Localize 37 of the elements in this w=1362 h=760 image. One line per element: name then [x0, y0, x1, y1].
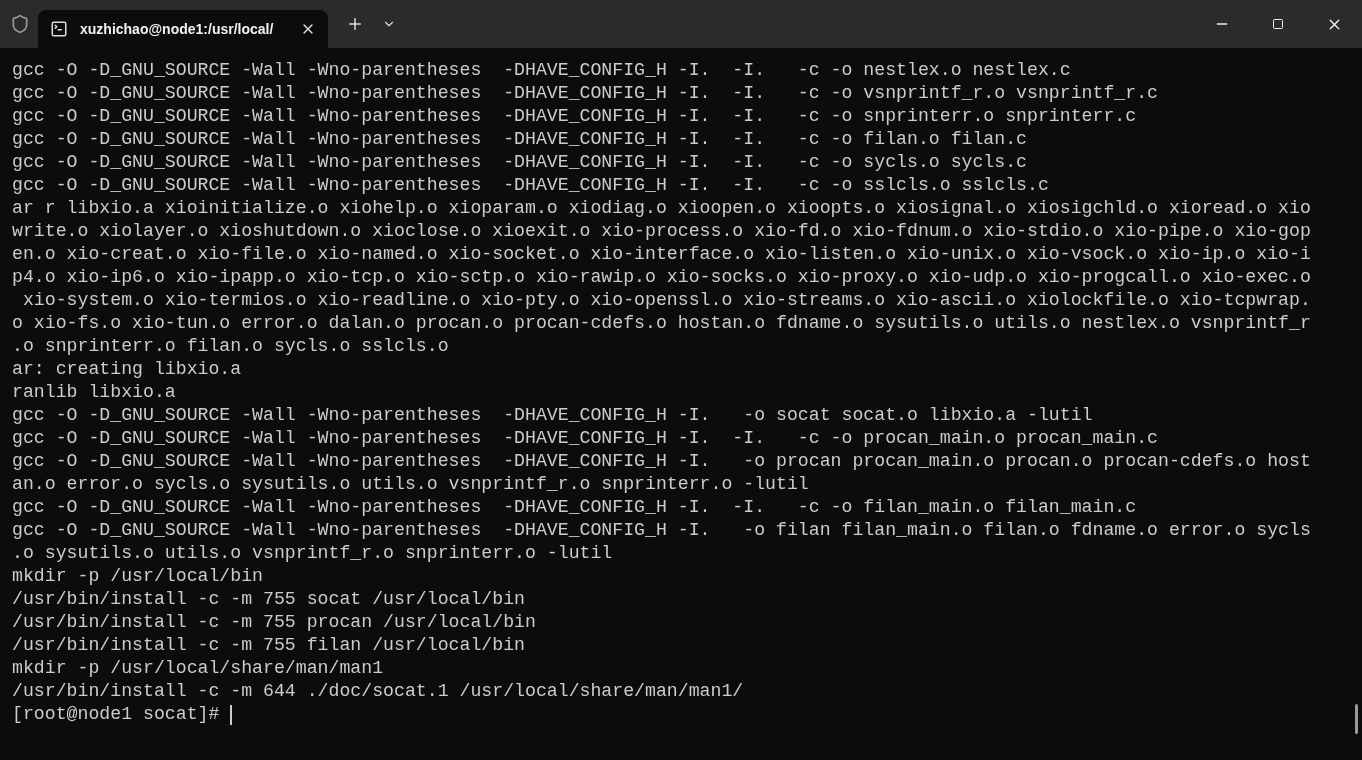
terminal-line: gcc -O -D_GNU_SOURCE -Wall -Wno-parentheses -DHAVE_CONFIG_H -I. -I. -c -o nestlex.o nestlex.c [12, 59, 1071, 82]
terminal-line: o xio-fs.o xio-tun.o error.o dalan.o procan.o procan-cdefs.o hostan.o fdname.o sysutils.o utils.o nestlex.o vsnprintf_r [12, 312, 1311, 335]
terminal-line: ar: creating libxio.a [12, 358, 242, 381]
terminal-line: mkdir -p /usr/local/share/man/man1 [12, 657, 384, 680]
terminal-line: gcc -O -D_GNU_SOURCE -Wall -Wno-parentheses -DHAVE_CONFIG_H -I. -I. -c -o filan_main.o filan_main.c [12, 496, 1137, 519]
terminal-line: /usr/bin/install -c -m 755 socat /usr/local/bin [12, 588, 525, 611]
terminal-line: write.o xiolayer.o xioshutdown.o xioclose.o xioexit.o xio-process.o xio-fd.o xio-fdnum.o xio-stdio.o xio-pipe.o xio-gop [12, 220, 1311, 243]
terminal-line: gcc -O -D_GNU_SOURCE -Wall -Wno-parentheses -DHAVE_CONFIG_H -I. -I. -c -o snprinterr.o snprinterr.c [12, 105, 1137, 128]
terminal-line: gcc -O -D_GNU_SOURCE -Wall -Wno-parentheses -DHAVE_CONFIG_H -I. -I. -c -o vsnprintf_r.o vsnprintf_r.c [12, 82, 1158, 105]
terminal-line: /usr/bin/install -c -m 755 filan /usr/local/bin [12, 634, 525, 657]
terminal-line: an.o error.o sycls.o sysutils.o utils.o vsnprintf_r.o snprinterr.o -lutil [12, 473, 809, 496]
terminal-line: ranlib libxio.a [12, 381, 176, 404]
terminal-line: ar r libxio.a xioinitialize.o xiohelp.o xioparam.o xiodiag.o xioopen.o xioopts.o xiosignal.o xiosigchld.o xioread.o xio [12, 197, 1311, 220]
terminal-line: en.o xio-creat.o xio-file.o xio-named.o xio-socket.o xio-interface.o xio-listen.o xio-unix.o xio-vsock.o xio-ip.o xio-i [12, 243, 1311, 266]
terminal-line: mkdir -p /usr/local/bin [12, 565, 264, 588]
terminal-tab[interactable]: xuzhichao@node1:/usr/local/ [38, 10, 328, 48]
terminal-line: gcc -O -D_GNU_SOURCE -Wall -Wno-parentheses -DHAVE_CONFIG_H -I. -I. -c -o sslcls.o sslcls.c [12, 174, 1049, 197]
shield-icon[interactable] [10, 14, 30, 34]
tab-title: xuzhichao@node1:/usr/local/ [80, 19, 274, 39]
terminal-line: xio-system.o xio-termios.o xio-readline.o xio-pty.o xio-openssl.o xio-streams.o xio-ascii.o xiolockfile.o xio-tcpwrap. [21, 289, 1311, 312]
shell-prompt: [root@node1 socat]# [12, 703, 221, 726]
terminal-line: .o snprinterr.o filan.o sycls.o sslcls.o [12, 335, 449, 358]
maximize-icon[interactable] [1272, 18, 1284, 30]
terminal-line: /usr/bin/install -c -m 644 ./doc/socat.1 /usr/local/share/man/man1/ [12, 680, 744, 703]
terminal-line: gcc -O -D_GNU_SOURCE -Wall -Wno-parentheses -DHAVE_CONFIG_H -I. -I. -c -o sycls.o sycls.c [12, 151, 1028, 174]
terminal-line: gcc -O -D_GNU_SOURCE -Wall -Wno-parentheses -DHAVE_CONFIG_H -I. -I. -c -o filan.o filan.c [12, 128, 1028, 151]
text-cursor [230, 704, 233, 725]
terminal-line: gcc -O -D_GNU_SOURCE -Wall -Wno-parentheses -DHAVE_CONFIG_H -I. -I. -c -o procan_main.o procan_main.c [12, 427, 1158, 450]
terminal-line: .o sysutils.o utils.o vsnprintf_r.o snprinterr.o -lutil [12, 542, 613, 565]
terminal-line: gcc -O -D_GNU_SOURCE -Wall -Wno-parentheses -DHAVE_CONFIG_H -I. -o filan filan_main.o filan.o fdname.o error.o sycls [12, 519, 1311, 542]
terminal-line: p4.o xio-ip6.o xio-ipapp.o xio-tcp.o xio-sctp.o xio-rawip.o xio-socks.o xio-proxy.o xio-udp.o xio-progcall.o xio-exec.o [12, 266, 1311, 289]
terminal-line: /usr/bin/install -c -m 755 procan /usr/local/bin [12, 611, 536, 634]
new-tab-icon[interactable] [346, 15, 364, 33]
scrollbar[interactable] [1355, 704, 1358, 734]
terminal-line: gcc -O -D_GNU_SOURCE -Wall -Wno-parentheses -DHAVE_CONFIG_H -I. -o socat socat.o libxio.a -lutil [12, 404, 1093, 427]
terminal-icon [50, 20, 68, 38]
terminal-line: gcc -O -D_GNU_SOURCE -Wall -Wno-parentheses -DHAVE_CONFIG_H -I. -o procan procan_main.o procan.o procan-cdefs.o host [12, 450, 1311, 473]
